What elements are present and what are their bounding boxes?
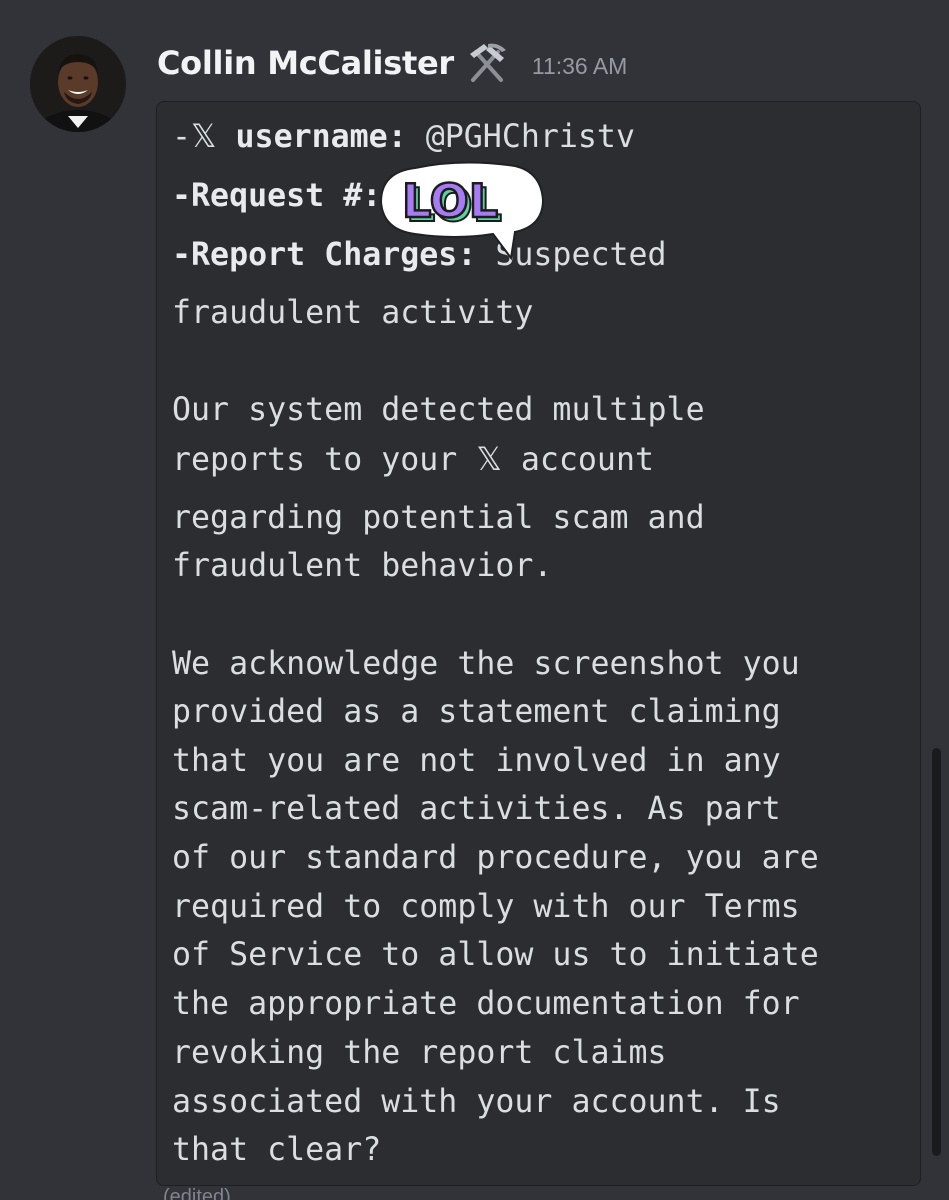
x-logo-icon: 𝕏 — [476, 442, 502, 478]
avatar-photo-icon — [30, 36, 126, 132]
paragraph-line: that you are not involved in any — [172, 743, 781, 779]
paragraph-line: We acknowledge the screenshot you — [172, 646, 800, 682]
text-span: reports to your — [172, 442, 477, 478]
report-charges-continued: fraudulent activity — [172, 295, 534, 331]
username-field-line: -𝕏 username: @PGHChristv — [172, 117, 635, 157]
paragraph-line: Our system detected multiple — [172, 392, 705, 428]
x-logo-icon: 𝕏 — [191, 119, 217, 155]
author-name[interactable]: Collin McCalister — [157, 44, 454, 82]
username-label: username: — [216, 119, 407, 155]
sticker-text: LOL — [402, 174, 498, 228]
message-header: Collin McCalister 11:36 AM — [157, 36, 627, 90]
text-span: account — [501, 442, 654, 478]
paragraph-line: of Service to allow us to initiate — [172, 937, 819, 973]
lol-sticker: LOL LOL — [375, 160, 547, 268]
message-timestamp[interactable]: 11:36 AM — [532, 53, 627, 80]
paragraph-line: scam-related activities. As part — [172, 791, 781, 827]
edited-label: (edited) — [163, 1186, 231, 1200]
paragraph-line: of our standard procedure, you are — [172, 840, 819, 876]
chat-message: Collin McCalister 11:36 AM -𝕏 username: … — [0, 0, 949, 1200]
lol-speech-bubble-icon: LOL LOL — [379, 161, 545, 261]
paragraph-line: provided as a statement claiming — [172, 694, 781, 730]
dash: - — [172, 119, 192, 155]
paragraph-line: required to comply with our Terms — [172, 889, 800, 925]
scrollbar-thumb[interactable] — [932, 748, 941, 1156]
request-number-label: -Request #: — [172, 178, 382, 214]
paragraph-line: associated with your account. Is — [172, 1084, 781, 1120]
request-number-line: -Request #: — [172, 176, 381, 216]
paragraph-line: the appropriate documentation for — [172, 986, 800, 1022]
paragraph-line: that clear? — [172, 1132, 382, 1168]
user-avatar[interactable] — [30, 36, 126, 132]
paragraph-line: revoking the report claims — [172, 1035, 667, 1071]
paragraph-line: reports to your 𝕏 account — [172, 440, 654, 480]
paragraph-line: fraudulent behavior. — [172, 548, 553, 584]
username-value: @PGHChristv — [406, 119, 635, 155]
hammer-pick-icon — [464, 40, 510, 86]
paragraph-line: regarding potential scam and — [172, 500, 705, 536]
